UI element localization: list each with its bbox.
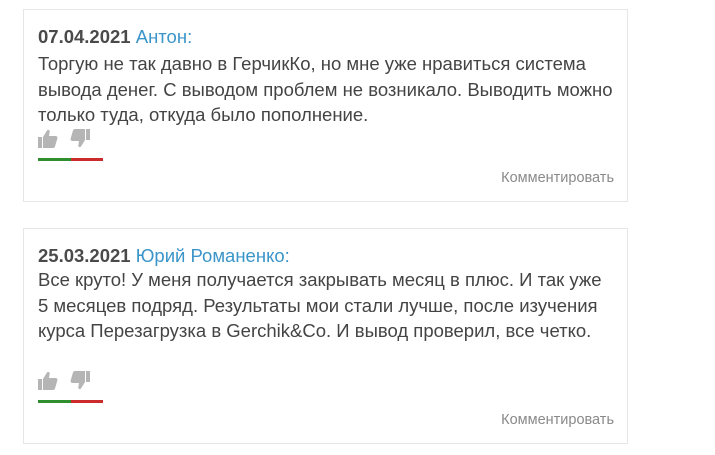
comment-author-suffix: : (284, 245, 290, 266)
comment-author-suffix: : (187, 26, 193, 47)
reply-link[interactable]: Комментировать (501, 170, 614, 186)
comment-date: 25.03.2021 (38, 245, 131, 266)
comment-text: Торгую не так давно в ГерчикКо, но мне у… (38, 53, 613, 125)
comment-votes (38, 129, 104, 161)
rating-positive-fill (38, 158, 71, 161)
thumbs-down-icon[interactable] (70, 129, 92, 149)
comment-author-link[interactable]: Юрий Романенко (136, 245, 285, 266)
comment-votes (38, 371, 104, 403)
comment-header: 07.04.2021 Антон: (38, 26, 192, 48)
reply-link[interactable]: Комментировать (501, 412, 614, 428)
rating-bar (38, 158, 103, 161)
thumbs-down-icon[interactable] (70, 371, 92, 391)
thumbs-up-icon[interactable] (38, 371, 60, 391)
comment-author-link[interactable]: Антон (136, 26, 187, 47)
rating-positive-fill (38, 400, 71, 403)
rating-bar (38, 400, 103, 403)
comment-card: 25.03.2021 Юрий Романенко: Все круто! У … (23, 228, 628, 444)
comment-date: 07.04.2021 (38, 26, 131, 47)
comment-text: Все круто! У меня получается закрывать м… (38, 269, 602, 341)
comment-header: 25.03.2021 Юрий Романенко: (38, 245, 290, 267)
comment-card: 07.04.2021 Антон: Торгую не так давно в … (23, 9, 628, 202)
thumbs-up-icon[interactable] (38, 129, 60, 149)
